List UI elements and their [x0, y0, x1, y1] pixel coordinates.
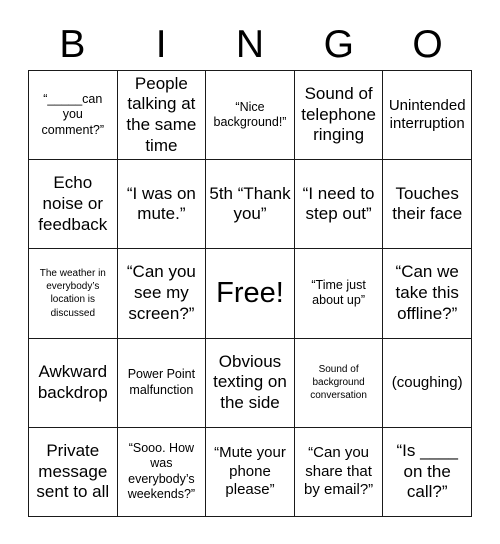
bingo-cell-o3[interactable]: “Can we take this offline?” — [383, 249, 472, 339]
bingo-cell-label: “I need to step out” — [302, 183, 375, 224]
bingo-cell-g5[interactable]: “Can you share that by email?” — [294, 427, 384, 517]
bingo-cell-i2[interactable]: “I was on mute.” — [117, 160, 207, 250]
bingo-cell-o4[interactable]: (coughing) — [383, 338, 472, 428]
bingo-cell-label: Awkward backdrop — [37, 361, 108, 402]
header-letter-n: N — [235, 22, 265, 66]
header-letter-i: I — [155, 22, 167, 66]
bingo-cell-label: “Can we take this offline?” — [395, 262, 459, 323]
bingo-cell-n2[interactable]: 5th “Thank you” — [206, 160, 295, 250]
bingo-cell-label: Obvious texting on the side — [213, 351, 287, 413]
bingo-cell-n5[interactable]: “Mute your phone please” — [206, 427, 295, 517]
bingo-cell-label: 5th “Thank you” — [209, 183, 291, 224]
header-letter-o: O — [412, 22, 443, 66]
bingo-cell-b1[interactable]: “_____can you comment?” — [29, 71, 118, 161]
bingo-cell-label: “I was on mute.” — [126, 183, 196, 224]
bingo-cell-n4[interactable]: Obvious texting on the side — [206, 338, 295, 428]
bingo-cell-g4[interactable]: Sound of background conversation — [294, 338, 384, 428]
header-letter-b: B — [59, 22, 86, 66]
bingo-cell-label: Unintended interruption — [388, 96, 466, 133]
bingo-cell-g1[interactable]: Sound of telephone ringing — [294, 71, 384, 161]
bingo-header: B I N G O — [28, 18, 472, 70]
bingo-cell-i5[interactable]: “Sooo. How was everybody’s weekends?” — [117, 427, 207, 517]
bingo-card: B I N G O “_____can you comment?” People … — [0, 0, 500, 544]
bingo-cell-b2[interactable]: Echo noise or feedback — [29, 160, 118, 250]
bingo-cell-label: Power Point malfunction — [127, 367, 196, 397]
bingo-cell-n1[interactable]: “Nice background!” — [206, 71, 295, 161]
bingo-cell-g2[interactable]: “I need to step out” — [294, 160, 384, 250]
bingo-cell-label: “_____can you comment?” — [41, 91, 105, 137]
bingo-cell-label: “Mute your phone please” — [214, 444, 286, 499]
bingo-cell-label: The weather in everybody’s location is d… — [39, 268, 106, 319]
bingo-cell-label: (coughing) — [391, 373, 463, 391]
bingo-cell-label: “Sooo. How was everybody’s weekends?” — [127, 440, 196, 502]
bingo-cell-label: Sound of background conversation — [310, 363, 367, 402]
bingo-cell-label: Echo noise or feedback — [38, 173, 108, 234]
bingo-cell-i4[interactable]: Power Point malfunction — [117, 338, 207, 428]
bingo-cell-label: Touches their face — [392, 183, 463, 224]
bingo-cell-label: “Can you see my screen?” — [126, 262, 196, 323]
bingo-cell-o1[interactable]: Unintended interruption — [383, 71, 472, 161]
bingo-cell-g3[interactable]: “Time just about up” — [294, 249, 384, 339]
header-letter-g: G — [323, 22, 354, 66]
bingo-cell-label: “Time just about up” — [311, 277, 366, 308]
bingo-cell-o2[interactable]: Touches their face — [383, 160, 472, 250]
bingo-cell-o5[interactable]: “Is ____ on the call?” — [383, 427, 472, 517]
bingo-cell-b3[interactable]: The weather in everybody’s location is d… — [29, 249, 118, 339]
bingo-cell-label: “Is ____ on the call?” — [396, 440, 458, 502]
bingo-cell-i3[interactable]: “Can you see my screen?” — [117, 249, 207, 339]
bingo-cell-i1[interactable]: People talking at the same time — [117, 71, 207, 161]
bingo-cell-b5[interactable]: Private message sent to all — [29, 427, 118, 517]
bingo-cell-label: Sound of telephone ringing — [301, 83, 376, 145]
bingo-cell-label: Free! — [216, 276, 284, 309]
bingo-cell-label: Private message sent to all — [36, 440, 110, 502]
bingo-cell-n3[interactable]: Free! — [206, 249, 295, 339]
bingo-cell-label: “Can you share that by email?” — [303, 444, 374, 499]
bingo-cell-label: People talking at the same time — [126, 73, 197, 155]
bingo-cell-label: “Nice background!” — [213, 99, 287, 130]
bingo-cell-b4[interactable]: Awkward backdrop — [29, 338, 118, 428]
bingo-grid: “_____can you comment?” People talking at… — [28, 70, 472, 517]
